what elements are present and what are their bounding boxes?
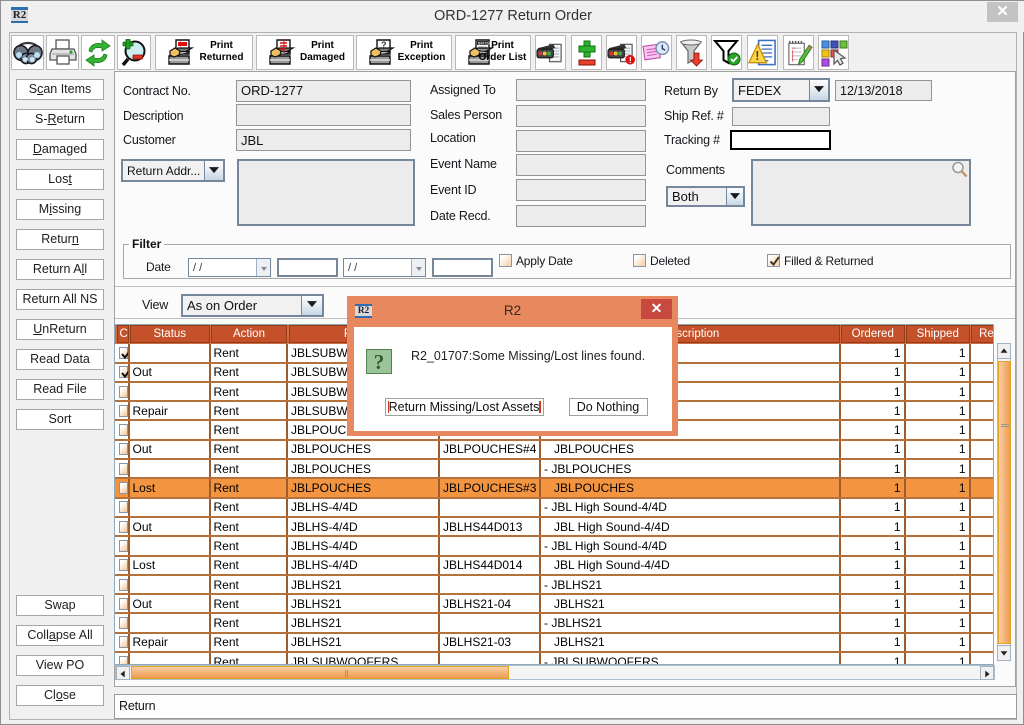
svg-text:!: ! bbox=[755, 48, 759, 62]
svg-text:?: ? bbox=[381, 40, 387, 50]
svg-text:!: ! bbox=[629, 55, 632, 65]
